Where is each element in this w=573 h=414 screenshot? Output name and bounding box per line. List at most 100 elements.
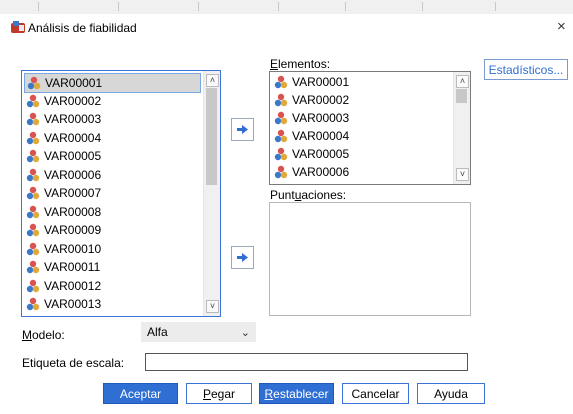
elementos-list[interactable]: VAR00006 VAR00005 VAR00004 VAR00003 VAR00002… [269,71,471,185]
move-to-elementos-button[interactable] [231,118,254,141]
dialog-title: Análisis de fiabilidad [28,21,137,35]
nominal-variable-icon [274,147,288,161]
dialog-titlebar: Análisis de fiabilidad × [0,14,573,42]
variable-name: VAR00004 [292,129,350,143]
scroll-up-icon[interactable]: ˄ [206,74,219,87]
strip-tick [278,2,279,11]
puntuaciones-label-a: Punt [270,188,295,202]
elementos-mnemonic: E [270,57,279,71]
variable-list-item[interactable]: VAR00007 [26,184,200,202]
variable-name: VAR00013 [44,297,102,311]
strip-tick [198,2,199,11]
pegar-button[interactable]: Pegar [186,383,252,404]
nominal-variable-icon [274,93,288,107]
nominal-variable-icon [274,111,288,125]
variable-list-item[interactable]: VAR00001 [24,73,201,93]
restablecer-label: establecer [273,386,329,401]
variable-name: VAR00010 [44,241,102,256]
variable-name: VAR00012 [44,278,102,293]
variable-name: VAR00005 [44,149,102,163]
variable-list-item[interactable]: VAR00002 [274,91,450,109]
variable-name: VAR00007 [44,186,102,200]
strip-tick [495,2,496,11]
variable-list-item[interactable]: VAR00001 [274,73,450,91]
modelo-label: Modelo: [22,328,65,342]
nominal-variable-icon [26,297,40,311]
elementos-label-text: lementos: [278,57,331,71]
scroll-thumb[interactable] [206,88,217,185]
pegar-label: egar [210,386,236,401]
nominal-variable-icon [26,260,40,274]
variable-name: VAR00006 [44,167,102,182]
nominal-variable-icon [26,112,40,126]
etiqueta-escala-input[interactable] [145,353,468,371]
modelo-mnemonic: M [22,328,32,342]
nominal-variable-icon [26,131,40,144]
variable-list-item[interactable]: VAR00003 [274,109,450,127]
variable-name: VAR00011 [44,260,101,274]
variable-list-item[interactable]: VAR00009 [26,221,200,239]
variable-list-item[interactable]: VAR00011 [26,258,200,276]
variable-list-item[interactable]: VAR00006 [26,166,200,184]
variable-list-item[interactable]: VAR00010 [26,240,200,258]
modelo-select[interactable]: Alfa ⌄ [141,322,256,342]
modelo-label-text: odelo: [32,328,65,342]
variable-name: VAR00004 [44,130,102,145]
nominal-variable-icon [26,279,40,292]
scroll-up-icon[interactable]: ˄ [456,75,469,88]
source-list-scrollbar[interactable]: ˄ ˅ [203,71,220,316]
variable-name: VAR00005 [292,147,350,161]
variable-name: VAR00006 [292,165,350,179]
arrow-right-icon [237,125,248,134]
puntuaciones-list[interactable] [269,202,471,316]
variable-list-item[interactable]: VAR00006 [274,163,450,181]
strip-tick [422,2,423,11]
variable-name: VAR00009 [44,223,102,237]
nominal-variable-icon [26,205,40,218]
nominal-variable-icon [274,129,288,143]
variable-list-item[interactable]: VAR00002 [26,92,200,110]
cancelar-button[interactable]: Cancelar [342,383,409,404]
aceptar-button[interactable]: Aceptar [103,383,178,404]
elementos-list-scrollbar[interactable]: ˄ ˅ [453,72,470,184]
scroll-down-icon[interactable]: ˅ [206,300,219,313]
restablecer-mnemonic: R [264,386,274,401]
variable-name: VAR00001 [292,75,350,89]
ayuda-button[interactable]: Ayuda [417,383,485,404]
strip-tick [345,2,346,11]
scroll-thumb[interactable] [456,89,467,103]
puntuaciones-label-b: aciones: [301,188,347,202]
arrow-right-icon [237,253,248,262]
nominal-variable-icon [27,76,41,90]
variable-list-item[interactable]: VAR00012 [26,277,200,295]
chevron-down-icon: ⌄ [240,326,250,339]
scroll-down-icon[interactable]: ˅ [456,168,469,181]
nominal-variable-icon [26,186,40,200]
variable-list-item[interactable]: VAR00008 [26,203,200,221]
variable-list-item[interactable]: VAR00004 [274,127,450,145]
restablecer-button[interactable]: Restablecer [259,383,334,404]
variable-list-item[interactable]: VAR00003 [26,110,200,128]
source-variable-list[interactable]: VAR00013 VAR00012 VAR00011 VAR00010 VAR00009… [21,70,221,317]
variable-list-item[interactable]: VAR00013 [26,295,200,313]
variable-list-item[interactable]: VAR00005 [274,145,450,163]
variable-list-item[interactable]: VAR00005 [26,147,200,165]
variable-name: VAR00003 [292,111,350,125]
variable-name: VAR00002 [44,93,102,108]
nominal-variable-icon [26,242,40,255]
variable-name: VAR00003 [44,112,102,126]
variable-name: VAR00001 [45,76,103,90]
puntuaciones-label: Puntuaciones: [270,188,346,202]
background-window-strip [0,0,573,15]
variable-name: VAR00008 [44,204,102,219]
variable-name: VAR00002 [292,93,350,107]
close-icon[interactable]: × [557,18,566,35]
variable-list-item[interactable]: VAR00004 [26,129,200,147]
nominal-variable-icon [274,165,288,179]
nominal-variable-icon [274,75,288,89]
estadisticos-button[interactable]: Estadísticos... [484,59,568,80]
reliability-app-icon [11,21,25,33]
nominal-variable-icon [26,94,40,107]
strip-tick [38,2,39,11]
move-to-puntuaciones-button[interactable] [231,246,254,269]
